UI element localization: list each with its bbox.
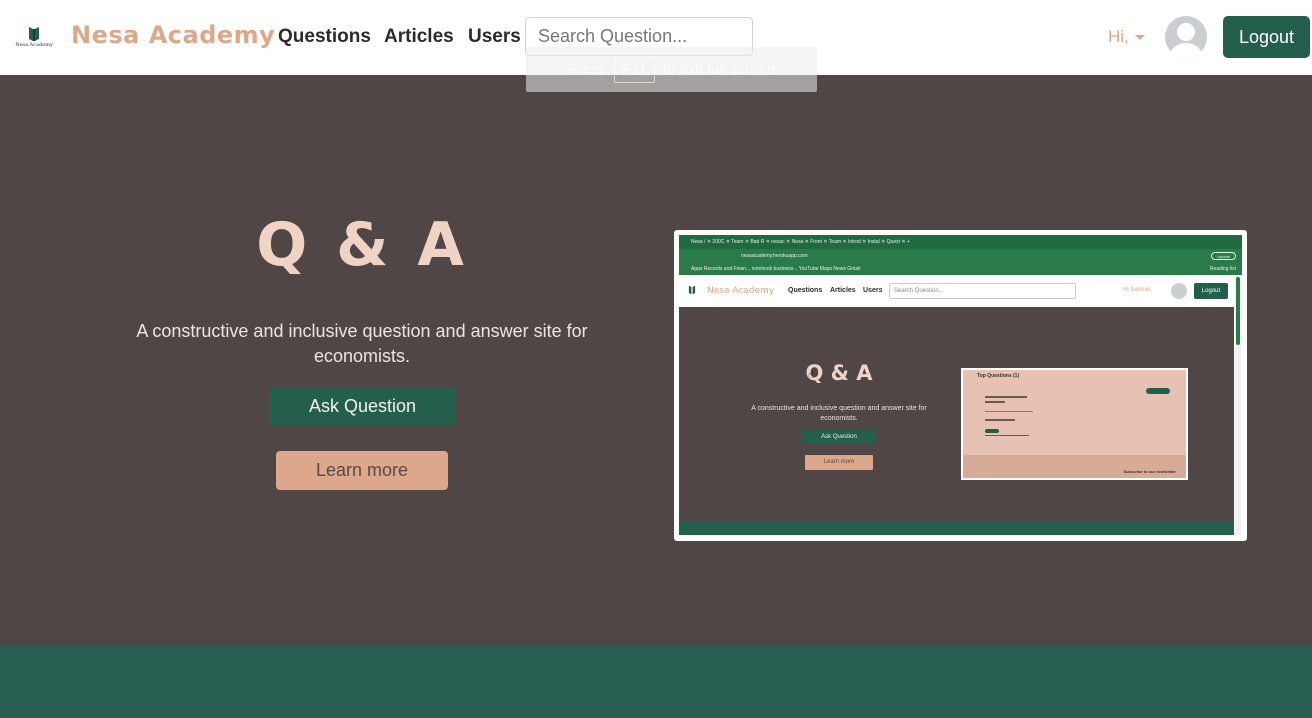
preview-card-line (985, 396, 1027, 398)
preview-bookmarks-bar: Apps Records and Finan... notebook busin… (679, 263, 1242, 275)
preview-hero-title: Q & A (805, 361, 873, 385)
preview-footer-band (679, 522, 1234, 535)
preview-update-label: Update (1211, 252, 1236, 260)
preview-link-users: Users (863, 287, 883, 294)
user-menu-toggle[interactable]: Hi, (1108, 27, 1145, 47)
fullscreen-notice-after: to exit full screen (662, 61, 776, 78)
preview-card-footer-text: Subscribe to our newsletter (1123, 469, 1176, 474)
preview-card-title: Top Questions (1) (977, 373, 1020, 379)
preview-reading-list: Reading list (1209, 266, 1236, 272)
nav-questions-link[interactable]: Questions (278, 26, 371, 48)
preview-ask-button: Ask Question (802, 430, 876, 444)
preview-learn-button: Learn more (805, 455, 873, 470)
ask-question-button[interactable]: Ask Question (269, 387, 456, 425)
fullscreen-notice-key: F11 (614, 56, 655, 83)
brand-name[interactable]: Nesa Academy (71, 21, 275, 49)
logo[interactable]: Nesa Academy (14, 26, 54, 50)
preview-link-questions: Questions (788, 287, 823, 294)
preview-scrollbar (1235, 275, 1241, 535)
preview-hero: Q & A A constructive and inclusive quest… (679, 307, 1234, 522)
preview-cursor-icon: ☝ (808, 370, 815, 381)
preview-link-articles: Articles (830, 287, 856, 294)
preview-card-badge (985, 429, 999, 433)
preview-avatar-icon (1171, 283, 1187, 299)
preview-card-button (1146, 388, 1170, 394)
hero-title: Q & A (256, 210, 468, 280)
preview-card-line (985, 419, 1015, 421)
user-avatar-icon (1169, 23, 1203, 58)
preview-navbar: Nesa Academy Questions Articles Users Se… (679, 275, 1234, 307)
greeting-text: Hi, (1108, 27, 1129, 46)
logo-caption: Nesa Academy (15, 42, 53, 48)
preview-hero-tagline: A constructive and inclusive question an… (751, 405, 927, 422)
book-logo-icon (29, 27, 39, 41)
preview-card-line (985, 435, 1029, 436)
preview-screenshot: Nesa / ✕ 200C ✕ Team ✕ Bad R ✕ nesac ✕ N… (674, 230, 1247, 541)
preview-search: Search Question... (889, 283, 1076, 299)
caret-down-icon (1134, 35, 1145, 41)
preview-scrollbar-thumb (1236, 277, 1240, 345)
preview-brand: Nesa Academy (707, 286, 775, 296)
preview-top-questions-card: Top Questions (1) Subscribe to our newsl… (961, 368, 1188, 480)
preview-address-bar: nesaacademy.herokuapp.com Update (679, 249, 1242, 263)
preview-card-line (985, 411, 1033, 412)
fullscreen-notice-before: Press (567, 61, 607, 78)
user-avatar[interactable] (1165, 16, 1207, 58)
preview-browser-tabs: Nesa / ✕ 200C ✕ Team ✕ Bad R ✕ nesac ✕ N… (679, 235, 1242, 249)
preview-logout: Logout (1194, 283, 1228, 299)
preview-logo-icon (688, 285, 696, 295)
learn-more-button[interactable]: Learn more (276, 451, 448, 490)
preview-bookmarks-text: Apps Records and Finan... notebook busin… (691, 266, 861, 272)
preview-card-line (985, 401, 1005, 403)
nav-articles-link[interactable]: Articles (384, 26, 454, 48)
preview-greeting: Hi Samuel (1123, 287, 1151, 293)
hero-tagline: A constructive and inclusive question an… (136, 321, 588, 366)
preview-address-text: nesaacademy.herokuapp.com (741, 253, 808, 259)
fullscreen-exit-notice: Press F11 to exit full screen (526, 47, 817, 92)
preview-card-footer: Subscribe to our newsletter (963, 455, 1186, 478)
nav-users-link[interactable]: Users (468, 26, 521, 48)
logout-button[interactable]: Logout (1223, 16, 1310, 58)
footer-band (0, 646, 1312, 718)
